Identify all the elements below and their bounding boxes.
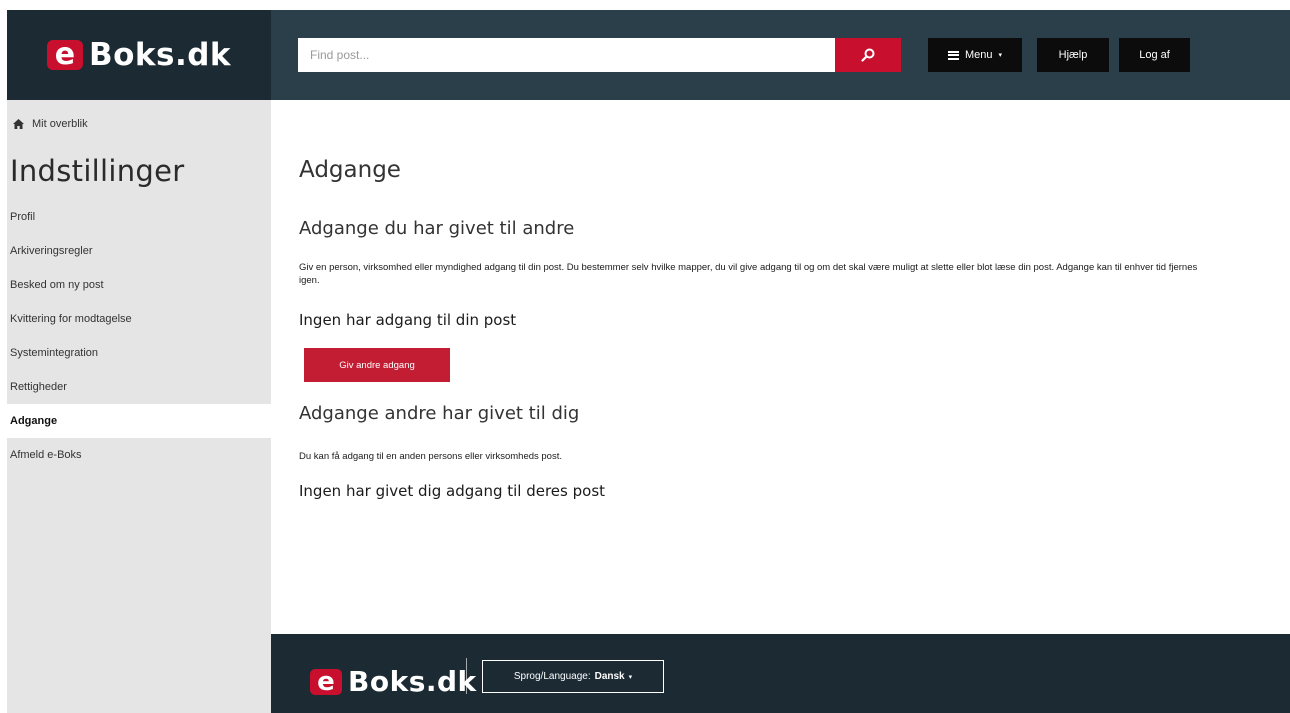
logout-button[interactable]: Log af xyxy=(1119,38,1190,72)
caret-down-icon: ▾ xyxy=(628,673,633,681)
language-label: Sprog/Language: xyxy=(513,671,591,682)
eboks-logo[interactable]: e Boks.dk xyxy=(46,37,232,73)
logo-text: Boks.dk xyxy=(88,37,232,73)
logout-label: Log af xyxy=(1139,49,1170,61)
overview-label: Mit overblik xyxy=(32,118,88,130)
received-access-heading: Adgange andre har givet til dig xyxy=(299,403,580,424)
sidebar-item-arkiveringsregler[interactable]: Arkiveringsregler xyxy=(7,234,271,268)
menu-button[interactable]: Menu ▾ xyxy=(928,38,1022,72)
language-value: Dansk xyxy=(594,671,625,682)
sidebar-item-afmeld[interactable]: Afmeld e-Boks xyxy=(7,438,271,472)
top-header: Menu ▾ Hjælp Log af xyxy=(271,10,1290,100)
search-button[interactable] xyxy=(835,38,901,72)
given-access-heading: Adgange du har givet til andre xyxy=(299,218,575,239)
sidebar-item-adgange[interactable]: Adgange xyxy=(7,404,271,438)
sidebar-item-profil[interactable]: Profil xyxy=(7,200,271,234)
given-access-status: Ingen har adgang til din post xyxy=(299,311,517,329)
page-title: Adgange xyxy=(299,157,401,183)
search-icon xyxy=(861,48,875,62)
top-strip xyxy=(0,0,1290,10)
received-access-status: Ingen har givet dig adgang til deres pos… xyxy=(299,482,606,500)
footer-logo-letter: e xyxy=(310,668,342,695)
caret-down-icon: ▾ xyxy=(998,52,1003,59)
help-button[interactable]: Hjælp xyxy=(1037,38,1109,72)
search-input[interactable] xyxy=(298,38,835,72)
sidebar-item-rettigheder[interactable]: Rettigheder xyxy=(7,370,271,404)
given-access-description: Giv en person, virksomhed eller myndighe… xyxy=(299,262,1198,286)
received-access-description: Du kan få adgang til en anden persons el… xyxy=(299,451,562,462)
menu-label: Menu xyxy=(964,49,993,61)
footer: e Boks.dk Sprog/Language: Dansk ▾ xyxy=(271,634,1290,713)
hamburger-icon xyxy=(947,50,959,60)
sidebar: Mit overblik Indstillinger Profil Arkive… xyxy=(7,100,271,713)
logo-letter: e xyxy=(46,40,83,70)
overview-link[interactable]: Mit overblik xyxy=(13,118,88,130)
sidebar-item-besked-om-ny-post[interactable]: Besked om ny post xyxy=(7,268,271,302)
footer-divider xyxy=(466,658,467,694)
brand-logo-block[interactable]: e Boks.dk xyxy=(7,10,271,100)
sidebar-nav: Profil Arkiveringsregler Besked om ny po… xyxy=(7,200,271,472)
sidebar-item-systemintegration[interactable]: Systemintegration xyxy=(7,336,271,370)
footer-logo-text: Boks.dk xyxy=(348,665,477,698)
home-icon xyxy=(13,119,24,129)
footer-logo[interactable]: e Boks.dk xyxy=(310,665,477,698)
sidebar-title: Indstillinger xyxy=(10,154,185,188)
language-select[interactable]: Sprog/Language: Dansk ▾ xyxy=(482,660,664,693)
sidebar-item-kvittering[interactable]: Kvittering for modtagelse xyxy=(7,302,271,336)
grant-access-button[interactable]: Giv andre adgang xyxy=(304,348,450,382)
help-label: Hjælp xyxy=(1058,49,1088,61)
